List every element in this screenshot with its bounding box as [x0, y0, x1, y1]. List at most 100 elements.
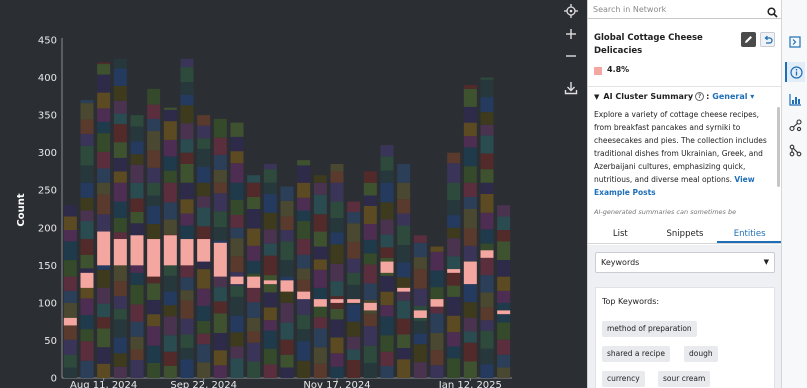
bar-segment[interactable] — [147, 104, 161, 119]
bar-segment[interactable] — [463, 122, 477, 137]
bar-stack[interactable] — [263, 163, 277, 378]
bar-segment[interactable] — [330, 163, 344, 172]
bar-segment[interactable] — [280, 200, 294, 217]
share-icon[interactable] — [785, 140, 805, 160]
bar-segment[interactable] — [397, 318, 411, 335]
bar-segment[interactable] — [130, 321, 144, 337]
bar-segment[interactable] — [447, 199, 461, 216]
bar-segment[interactable] — [197, 148, 211, 167]
bar-segment[interactable] — [447, 332, 461, 347]
bar-segment[interactable] — [230, 227, 244, 239]
bar-segment[interactable] — [147, 362, 161, 378]
bar-segment[interactable] — [80, 100, 94, 104]
bar-segment[interactable] — [197, 138, 211, 149]
minus-icon[interactable] — [559, 45, 583, 67]
bar-stack[interactable] — [130, 115, 144, 378]
bar-segment[interactable] — [180, 105, 194, 124]
bar-segment[interactable] — [230, 296, 244, 316]
bar-segment[interactable] — [297, 314, 311, 330]
bar-segment[interactable] — [247, 245, 261, 261]
bar-segment[interactable] — [330, 171, 344, 183]
bar-segment[interactable] — [80, 197, 94, 211]
bar-segment[interactable] — [313, 317, 327, 329]
bar-segment[interactable] — [447, 358, 461, 378]
bar-segment[interactable] — [230, 163, 244, 183]
bar-segment[interactable] — [80, 314, 94, 330]
highlight-segment[interactable] — [330, 299, 344, 303]
bar-segment[interactable] — [313, 328, 327, 348]
bar-segment[interactable] — [97, 269, 111, 288]
bar-segment[interactable] — [180, 67, 194, 83]
bar-segment[interactable] — [230, 358, 244, 378]
bar-segment[interactable] — [147, 130, 161, 151]
bar-segment[interactable] — [447, 215, 461, 228]
bar-segment[interactable] — [480, 97, 494, 113]
bar-segment[interactable] — [147, 314, 161, 327]
bar-segment[interactable] — [380, 291, 394, 306]
bar-segment[interactable] — [397, 213, 411, 226]
bar-segment[interactable] — [313, 347, 327, 364]
bar-segment[interactable] — [263, 212, 277, 230]
bar-segment[interactable] — [113, 263, 127, 282]
bar-segment[interactable] — [63, 216, 77, 231]
bar-segment[interactable] — [447, 227, 461, 239]
bar-segment[interactable] — [397, 225, 411, 246]
bar-segment[interactable] — [147, 224, 161, 240]
bar-segment[interactable] — [480, 255, 494, 276]
bar-segment[interactable] — [230, 285, 244, 297]
bar-stack[interactable] — [280, 186, 294, 378]
summary-scrollbar[interactable] — [777, 107, 780, 187]
bar-segment[interactable] — [80, 329, 94, 342]
bar-segment[interactable] — [397, 334, 411, 348]
bar-segment[interactable] — [330, 308, 344, 320]
bar-segment[interactable] — [97, 133, 111, 152]
bar-segment[interactable] — [130, 141, 144, 155]
bar-segment[interactable] — [180, 123, 194, 140]
search-icon[interactable] — [767, 3, 778, 22]
bar-segment[interactable] — [263, 243, 277, 256]
bar-segment[interactable] — [413, 320, 427, 334]
bar-segment[interactable] — [463, 182, 477, 197]
highlight-segment[interactable] — [80, 272, 94, 288]
bar-segment[interactable] — [380, 182, 394, 203]
bar-segment[interactable] — [363, 224, 377, 240]
bar-segment[interactable] — [63, 241, 77, 261]
bar-segment[interactable] — [413, 333, 427, 345]
bar-segment[interactable] — [463, 196, 477, 209]
bar-segment[interactable] — [397, 347, 411, 360]
bar-segment[interactable] — [280, 216, 294, 231]
bar-segment[interactable] — [113, 171, 127, 183]
bar-segment[interactable] — [80, 103, 94, 120]
bar-segment[interactable] — [480, 77, 494, 80]
bar-segment[interactable] — [480, 79, 494, 98]
bar-segment[interactable] — [197, 125, 211, 139]
keyword-chip[interactable]: sour cream — [658, 371, 711, 387]
bar-segment[interactable] — [80, 239, 94, 255]
bar-segment[interactable] — [297, 329, 311, 342]
bar-segment[interactable] — [147, 205, 161, 225]
bar-segment[interactable] — [213, 301, 227, 314]
highlight-segment[interactable] — [163, 235, 177, 266]
bar-segment[interactable] — [330, 201, 344, 219]
bar-segment[interactable] — [447, 238, 461, 257]
plus-icon[interactable] — [559, 23, 583, 45]
bar-segment[interactable] — [130, 284, 144, 305]
bar-segment[interactable] — [80, 298, 94, 315]
bar-segment[interactable] — [163, 335, 177, 352]
bar-segment[interactable] — [97, 317, 111, 329]
highlight-segment[interactable] — [430, 299, 444, 307]
bar-segment[interactable] — [347, 359, 361, 378]
bar-segment[interactable] — [213, 287, 227, 302]
bar-segment[interactable] — [247, 317, 261, 332]
bar-stack[interactable] — [363, 171, 377, 378]
bar-segment[interactable] — [280, 230, 294, 242]
bar-segment[interactable] — [97, 347, 111, 364]
bar-segment[interactable] — [463, 302, 477, 318]
network-icon[interactable] — [785, 115, 805, 135]
keyword-chip[interactable]: dough — [684, 346, 718, 362]
bar-segment[interactable] — [147, 299, 161, 315]
bar-segment[interactable] — [230, 346, 244, 359]
bar-segment[interactable] — [330, 263, 344, 282]
bar-segment[interactable] — [180, 182, 194, 200]
bar-segment[interactable] — [197, 269, 211, 289]
